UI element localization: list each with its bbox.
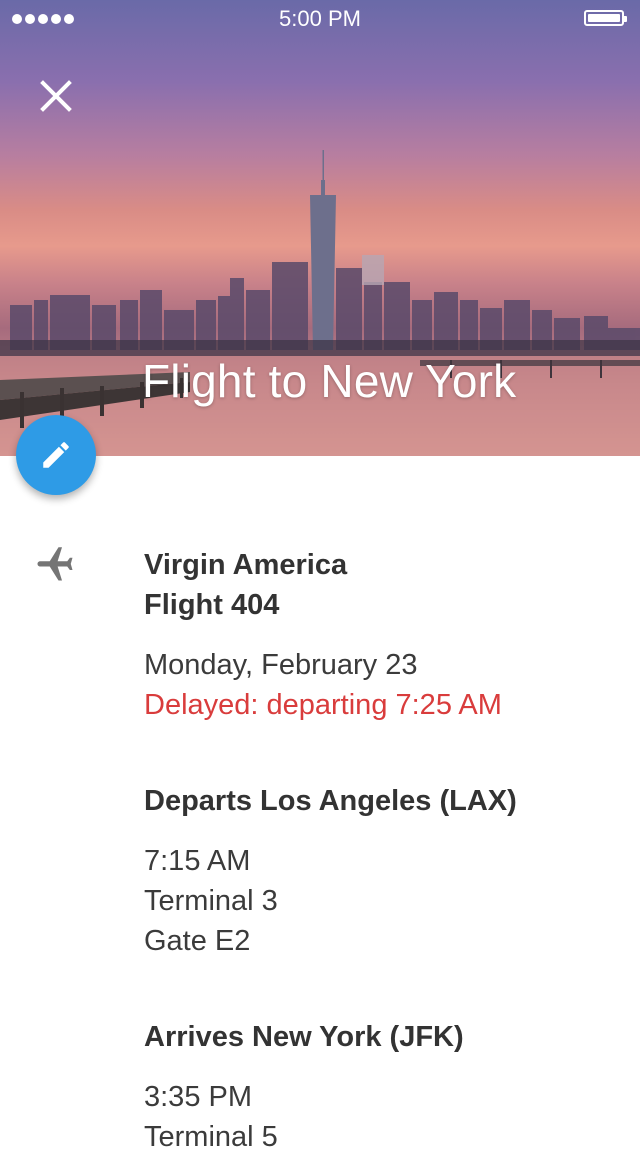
arrival-terminal: Terminal 5 <box>144 1121 278 1153</box>
arrival-heading: Arrives New York (JFK) <box>144 1021 464 1053</box>
departure-time: 7:15 AM <box>144 845 251 877</box>
departure-info: Departs Los Angeles (LAX) 7:15 AM Termin… <box>144 781 517 961</box>
header-image: 5:00 PM Flight to New York <box>0 0 640 456</box>
flight-info: Virgin America Flight 404 Monday, Februa… <box>144 545 502 725</box>
flight-date: Monday, February 23 <box>144 649 418 681</box>
edit-button[interactable] <box>16 415 96 495</box>
flight-status: Delayed: departing 7:25 AM <box>144 689 502 721</box>
status-time: 5:00 PM <box>279 6 361 31</box>
arrival-time: 3:35 PM <box>144 1081 252 1113</box>
departure-heading: Departs Los Angeles (LAX) <box>144 785 517 817</box>
page-title: Flight to New York <box>142 355 517 407</box>
pencil-icon <box>43 442 69 468</box>
close-button[interactable] <box>30 70 82 122</box>
airline-name: Virgin America <box>144 549 348 581</box>
departure-gate: Gate E2 <box>144 925 251 957</box>
battery-icon <box>584 10 627 26</box>
arrival-info: Arrives New York (JFK) 3:35 PM Terminal … <box>144 1017 464 1157</box>
airplane-icon <box>37 547 73 581</box>
close-icon <box>40 80 72 112</box>
departure-terminal: Terminal 3 <box>144 885 278 917</box>
flight-number: Flight 404 <box>144 589 280 621</box>
status-bar: 5:00 PM <box>0 0 640 40</box>
